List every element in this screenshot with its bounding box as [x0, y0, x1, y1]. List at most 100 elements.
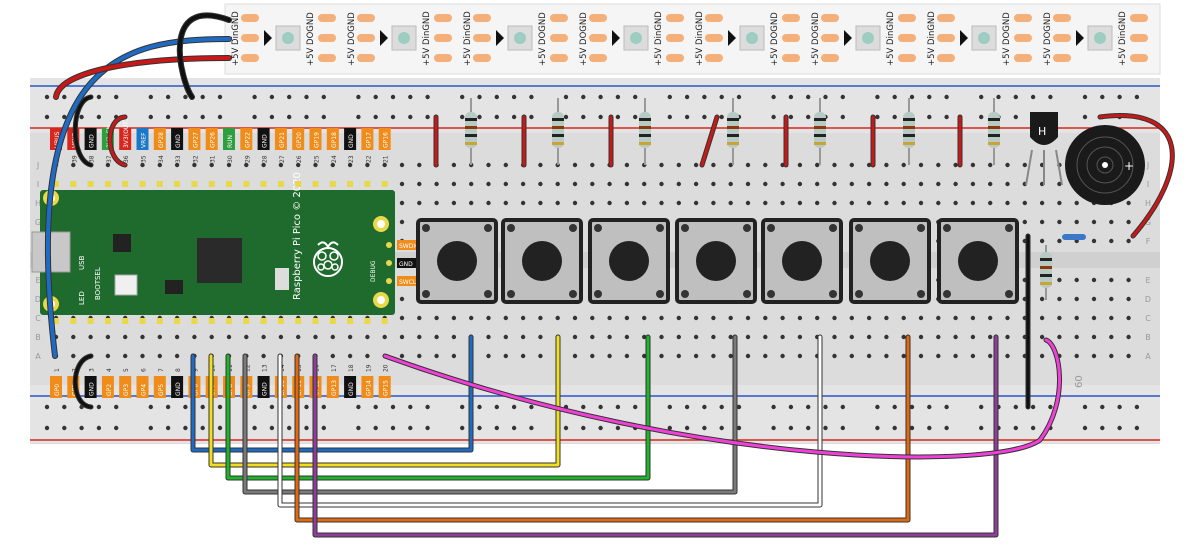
- rail-hole: [927, 404, 932, 410]
- terminal-hole: [659, 200, 664, 206]
- terminal-hole: [676, 353, 681, 359]
- pin-label-top: GP18: [331, 132, 338, 148]
- terminal-hole: [866, 181, 872, 187]
- pad: [898, 14, 916, 22]
- usb-label: USB: [78, 255, 86, 270]
- terminal-hole: [1039, 238, 1045, 244]
- rail-hole: [1134, 404, 1140, 410]
- pad: [1053, 14, 1071, 22]
- terminal-hole: [399, 219, 405, 225]
- terminal-hole: [1091, 219, 1097, 225]
- pin-number-top: 36: [123, 155, 130, 163]
- pin-label-bottom: GP4: [141, 384, 148, 396]
- terminal-hole: [226, 334, 232, 340]
- rail-hole: [684, 94, 690, 100]
- pin-number-bottom: 6: [141, 368, 148, 372]
- rail-hole: [736, 94, 742, 100]
- row-letter: B: [1145, 333, 1151, 342]
- rail-hole: [390, 114, 396, 120]
- pin-label-bottom: GP13: [331, 380, 338, 396]
- rail-hole: [287, 404, 292, 410]
- push-button[interactable]: [937, 218, 1019, 304]
- led-cell-label: +5V DOGND: [1043, 12, 1053, 66]
- rail-hole: [702, 94, 707, 100]
- pin-label-top: GP27: [192, 132, 199, 148]
- terminal-hole: [797, 162, 803, 168]
- rail-hole: [494, 425, 499, 431]
- push-button[interactable]: [501, 218, 583, 304]
- pin-label-top: RUN: [227, 135, 234, 148]
- rail-hole: [529, 114, 534, 120]
- rail-hole: [702, 114, 707, 120]
- rail-hole: [806, 425, 811, 431]
- rail-hole: [460, 94, 465, 100]
- terminal-hole: [970, 162, 976, 168]
- terminal-hole: [417, 334, 422, 340]
- rail-hole: [581, 404, 586, 410]
- terminal-hole: [1057, 296, 1062, 302]
- push-button[interactable]: [416, 218, 498, 304]
- rail-hole: [1117, 94, 1122, 100]
- led-cell-label: +5V DinGND: [1118, 11, 1128, 66]
- terminal-hole: [261, 334, 266, 340]
- terminal-hole: [1074, 296, 1079, 302]
- rail-hole: [356, 114, 361, 120]
- terminal-hole: [797, 334, 803, 340]
- rail-hole: [719, 425, 724, 431]
- pin-label-bottom: GP2: [106, 384, 113, 396]
- pad: [357, 34, 375, 42]
- terminal-hole: [1074, 315, 1079, 321]
- terminal-hole: [503, 200, 508, 206]
- pad: [937, 14, 955, 22]
- rail-hole: [1030, 404, 1036, 410]
- terminal-hole: [953, 200, 958, 206]
- terminal-hole: [901, 181, 906, 187]
- terminal-hole: [832, 181, 837, 187]
- rail-hole: [788, 404, 794, 410]
- terminal-hole: [1126, 277, 1131, 283]
- rail-hole: [684, 425, 690, 431]
- rail-hole: [944, 425, 949, 431]
- terminal-hole: [936, 334, 941, 340]
- terminal-hole: [780, 334, 785, 340]
- terminal-hole: [728, 181, 733, 187]
- pin-label-top: GP20: [296, 132, 303, 148]
- terminal-hole: [434, 181, 439, 187]
- pin-pad: [191, 181, 198, 187]
- push-button[interactable]: [675, 218, 757, 304]
- terminal-hole: [417, 162, 422, 168]
- terminal-hole: [434, 353, 439, 359]
- terminal-hole: [520, 334, 526, 340]
- rail-hole: [165, 404, 171, 410]
- terminal-hole: [832, 200, 837, 206]
- terminal-hole: [728, 200, 733, 206]
- pad: [1130, 54, 1148, 62]
- push-button[interactable]: [849, 218, 931, 304]
- push-button[interactable]: [761, 218, 843, 304]
- terminal-hole: [936, 315, 941, 321]
- led-lens: [514, 32, 526, 44]
- rail-hole: [183, 404, 188, 410]
- rail-hole: [252, 114, 257, 120]
- rail-hole: [460, 425, 465, 431]
- rail-hole: [840, 425, 845, 431]
- led-cell-label: +5V DinGND: [231, 11, 241, 66]
- rail-hole: [44, 114, 50, 120]
- rail-hole: [823, 404, 828, 410]
- rail-hole: [373, 425, 378, 431]
- pin-number-top: 30: [227, 155, 234, 163]
- rail-hole: [909, 94, 915, 100]
- rail-hole: [62, 425, 67, 431]
- rail-hole: [581, 425, 586, 431]
- terminal-hole: [728, 315, 733, 321]
- pin-pad: [226, 181, 232, 187]
- pin-label-bottom: GP0: [54, 384, 61, 396]
- terminal-hole: [659, 315, 664, 321]
- rail-hole: [460, 404, 465, 410]
- rail-hole: [96, 94, 102, 100]
- rail-hole: [667, 404, 672, 410]
- push-button[interactable]: [588, 218, 670, 304]
- terminal-hole: [988, 181, 993, 187]
- pin-label-top: GND: [89, 134, 96, 148]
- led-cell-label: +5V DinGND: [654, 11, 664, 66]
